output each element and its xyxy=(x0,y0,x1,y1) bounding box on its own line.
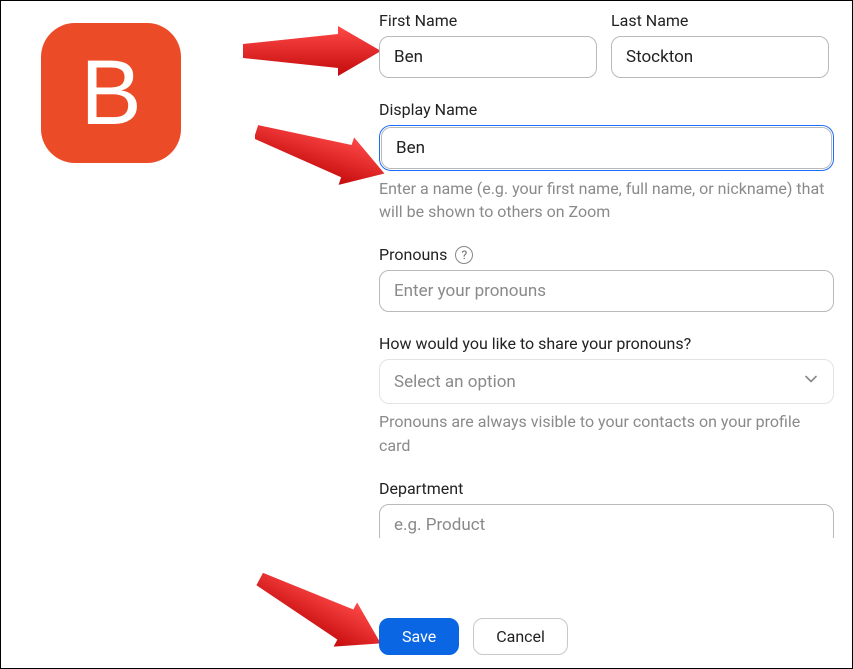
last-name-label: Last Name xyxy=(611,11,829,30)
display-name-input[interactable] xyxy=(381,127,832,169)
save-button[interactable]: Save xyxy=(379,618,459,655)
pronouns-share-field: How would you like to share your pronoun… xyxy=(379,334,834,456)
profile-form: First Name Last Name Display Name Enter … xyxy=(379,11,837,538)
department-input[interactable] xyxy=(379,504,834,538)
last-name-input[interactable] xyxy=(611,36,829,78)
department-field: Department xyxy=(379,479,834,538)
pronouns-share-label: How would you like to share your pronoun… xyxy=(379,334,834,353)
button-bar: Save Cancel xyxy=(379,618,568,655)
pronouns-label-text: Pronouns xyxy=(379,245,447,264)
cancel-button[interactable]: Cancel xyxy=(473,618,568,655)
pronouns-share-placeholder: Select an option xyxy=(394,372,516,392)
profile-edit-screen: B First Name Last Name Display N xyxy=(0,0,853,669)
display-name-field: Display Name Enter a name (e.g. your fir… xyxy=(379,100,834,223)
first-name-input[interactable] xyxy=(379,36,597,78)
chevron-down-icon xyxy=(803,371,819,392)
first-name-field: First Name xyxy=(379,11,597,78)
display-name-hint: Enter a name (e.g. your first name, full… xyxy=(379,177,834,223)
pronouns-input[interactable] xyxy=(379,270,834,312)
avatar-initial: B xyxy=(80,47,141,139)
arrow-icon xyxy=(243,26,383,76)
avatar[interactable]: B xyxy=(41,23,181,163)
pronouns-share-hint: Pronouns are always visible to your cont… xyxy=(379,410,834,456)
last-name-field: Last Name xyxy=(611,11,829,78)
arrow-icon xyxy=(255,573,387,658)
display-name-label: Display Name xyxy=(379,100,834,119)
department-label: Department xyxy=(379,479,834,498)
first-name-label: First Name xyxy=(379,11,597,30)
help-icon[interactable]: ? xyxy=(455,246,473,264)
arrow-icon xyxy=(255,116,387,194)
pronouns-share-select[interactable]: Select an option xyxy=(379,359,834,404)
pronouns-field: Pronouns ? xyxy=(379,245,834,312)
pronouns-label: Pronouns ? xyxy=(379,245,834,264)
